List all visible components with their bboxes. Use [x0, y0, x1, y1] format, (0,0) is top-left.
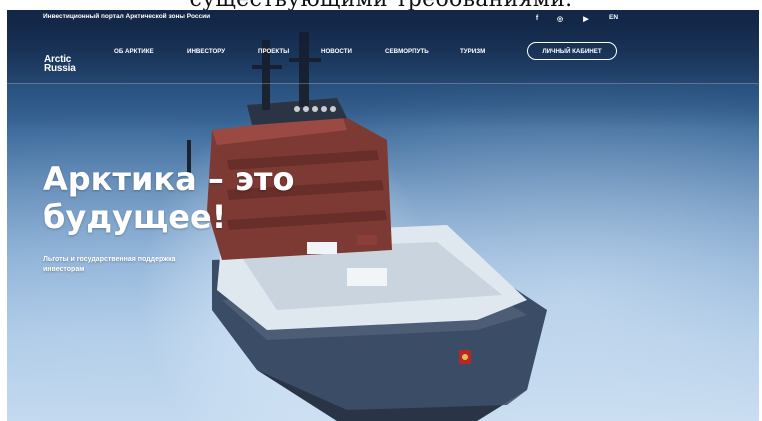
slider-pagination [294, 106, 336, 112]
slider-dot[interactable] [321, 106, 327, 112]
logo-line-2: Russia [44, 63, 76, 74]
website-screen: Инвестиционный портал Арктической зоны Р… [7, 10, 759, 421]
slider-dot[interactable] [303, 106, 309, 112]
slider-dot[interactable] [330, 106, 336, 112]
nav-item-projects[interactable]: ПРОЕКТЫ [258, 48, 289, 55]
hero-subtitle-line-2: инвесторам [43, 266, 85, 273]
hero-subtitle: Льготы и государственная поддержка инвес… [43, 255, 243, 275]
nav-menu: ОБ АРКТИКЕ ИНВЕСТОРУ ПРОЕКТЫ НОВОСТИ СЕВ… [7, 48, 759, 60]
slider-dot[interactable] [312, 106, 318, 112]
portal-title: Инвестиционный портал Арктической зоны Р… [43, 13, 211, 20]
hero-title-line-2: будущее! [43, 198, 227, 236]
top-bar: Инвестиционный портал Арктической зоны Р… [7, 10, 759, 28]
instagram-icon[interactable]: ◎ [547, 12, 573, 25]
language-switch[interactable]: EN [609, 14, 618, 21]
youtube-icon[interactable]: ▶ [573, 12, 599, 25]
facebook-icon[interactable]: f [527, 12, 547, 25]
nav-item-sevmorput[interactable]: СЕВМОРПУТЬ [385, 48, 429, 55]
hero-title-line-1: Арктика – это [43, 160, 295, 198]
personal-account-button[interactable]: ЛИЧНЫЙ КАБИНЕТ [527, 42, 617, 60]
nav-item-news[interactable]: НОВОСТИ [321, 48, 352, 55]
nav-item-investor[interactable]: ИНВЕСТОРУ [187, 48, 225, 55]
slider-dot[interactable] [294, 106, 300, 112]
nav-divider [7, 83, 759, 84]
hero-subtitle-line-1: Льготы и государственная поддержка [43, 256, 176, 263]
nav-item-tourism[interactable]: ТУРИЗМ [460, 48, 485, 55]
hero-title: Арктика – это будущее! [43, 160, 363, 236]
nav-item-about-arctic[interactable]: ОБ АРКТИКЕ [114, 48, 154, 55]
social-links: f ◎ ▶ [527, 12, 599, 25]
